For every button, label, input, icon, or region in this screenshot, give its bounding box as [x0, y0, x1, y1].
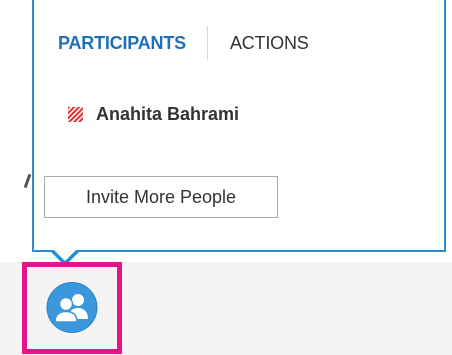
participants-button[interactable] — [42, 281, 102, 334]
striped-presence-icon — [68, 107, 83, 122]
invite-more-people-button[interactable]: Invite More People — [44, 176, 278, 218]
tab-actions[interactable]: ACTIONS — [230, 26, 309, 60]
tab-divider — [206, 26, 208, 60]
participant-name: Anahita Bahrami — [96, 104, 240, 124]
popup-tabs: PARTICIPANTS ACTIONS — [58, 26, 309, 60]
participant-list-item[interactable]: Anahita Bahrami — [68, 104, 239, 125]
popup-pointer-fill — [54, 250, 76, 261]
highlight-frame — [22, 262, 122, 354]
participants-popup: PARTICIPANTS ACTIONS Anahita Bahrami Inv… — [32, 0, 446, 252]
people-icon — [46, 282, 98, 333]
partial-glyph — [23, 173, 32, 189]
meeting-window: PARTICIPANTS ACTIONS Anahita Bahrami Inv… — [0, 0, 452, 355]
tab-participants[interactable]: PARTICIPANTS — [58, 26, 186, 60]
